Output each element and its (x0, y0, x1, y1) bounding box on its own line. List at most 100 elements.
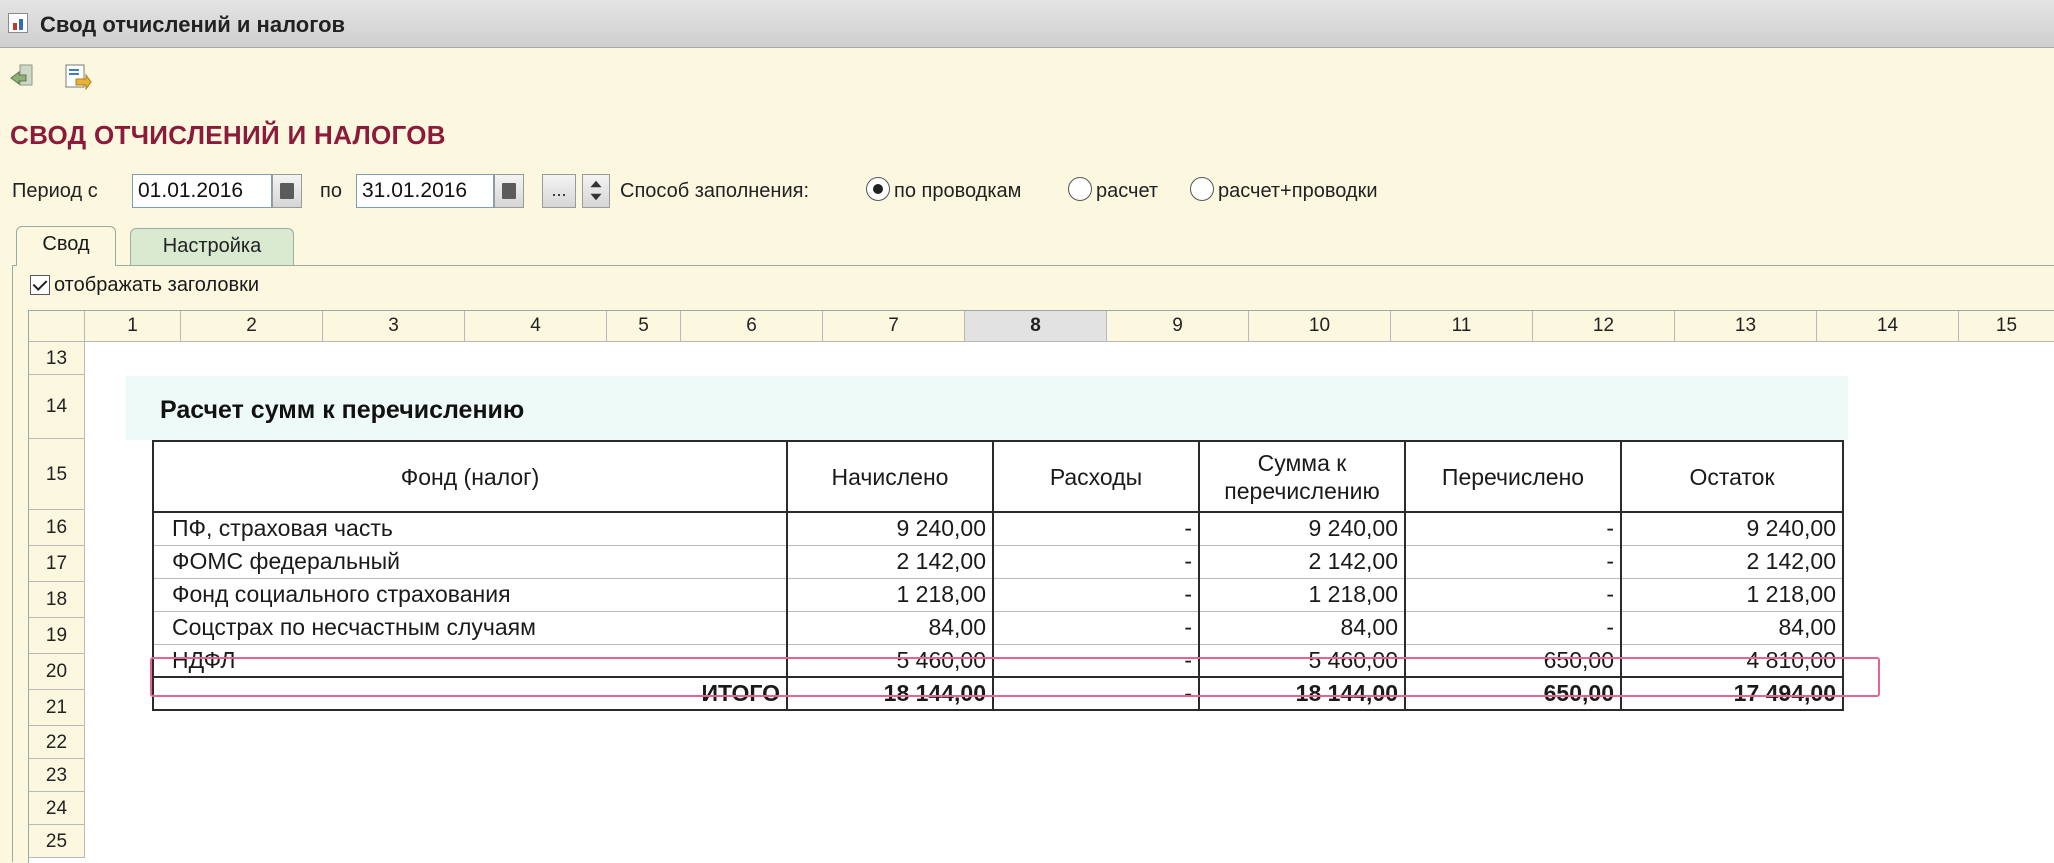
transferred-value[interactable]: 650,00 (1404, 644, 1622, 678)
column-header[interactable]: 14 (1817, 311, 1959, 342)
period-spin-button[interactable] (582, 174, 610, 208)
row-header[interactable]: 18 (29, 582, 85, 618)
column-header[interactable]: 12 (1533, 311, 1675, 342)
accrued-value[interactable]: 1 218,00 (786, 578, 994, 612)
period-from-input[interactable]: 01.01.2016 (132, 174, 272, 208)
fund-name[interactable]: НДФЛ (152, 644, 788, 678)
expenses-value[interactable]: - (992, 545, 1200, 579)
report-title: Расчет сумм к перечислению (160, 396, 525, 424)
row-header[interactable]: 15 (29, 439, 85, 510)
row-header[interactable]: 14 (29, 375, 85, 439)
to-transfer-value[interactable]: 9 240,00 (1198, 512, 1406, 546)
column-header[interactable]: 15 (1959, 311, 2054, 342)
expenses-value[interactable]: - (992, 644, 1200, 678)
header-amount-to-transfer-text: Сумма к перечислению (1224, 449, 1380, 504)
column-header[interactable]: 1 (85, 311, 181, 342)
total-transferred[interactable]: 650,00 (1404, 676, 1622, 711)
accrued-value[interactable]: 2 142,00 (786, 545, 994, 579)
header-amount-to-transfer[interactable]: Сумма к перечислению (1198, 440, 1406, 513)
accrued-value[interactable]: 84,00 (786, 611, 994, 645)
show-headers-label: отображать заголовки (54, 274, 260, 296)
to-transfer-value[interactable]: 84,00 (1198, 611, 1406, 645)
row-header[interactable]: 20 (29, 654, 85, 690)
row-header[interactable]: 16 (29, 510, 85, 546)
expenses-value[interactable]: - (992, 512, 1200, 546)
to-transfer-value[interactable]: 1 218,00 (1198, 578, 1406, 612)
radio-calc-postings-label: расчет+проводки (1218, 180, 1378, 202)
page-title: СВОД ОТЧИСЛЕНИЙ И НАЛОГОВ (10, 120, 446, 150)
radio-calculation-label: расчет (1096, 180, 1159, 202)
table-row: Соцстрах по несчастным случаям 84,00 - 8… (152, 611, 1844, 645)
back-arrow-icon[interactable] (8, 61, 38, 91)
total-balance[interactable]: 17 494,00 (1620, 676, 1844, 711)
row-header[interactable]: 23 (29, 759, 85, 792)
radio-by-postings[interactable] (866, 177, 890, 201)
header-fund[interactable]: Фонд (налог) (152, 440, 788, 513)
fund-name[interactable]: ПФ, страховая часть (152, 512, 788, 546)
column-header-selected[interactable]: 8 (965, 311, 1107, 342)
row-header[interactable]: 19 (29, 618, 85, 654)
total-to-transfer[interactable]: 18 144,00 (1198, 676, 1406, 711)
expenses-value[interactable]: - (992, 578, 1200, 612)
column-header[interactable]: 13 (1675, 311, 1817, 342)
total-label[interactable]: ИТОГО (152, 676, 788, 711)
row-header[interactable]: 25 (29, 825, 85, 858)
column-header[interactable]: 11 (1391, 311, 1533, 342)
fill-method-label: Способ заполнения: (620, 180, 810, 202)
total-accrued[interactable]: 18 144,00 (786, 676, 994, 711)
show-headers-checkbox[interactable] (30, 275, 50, 295)
balance-value[interactable]: 4 810,00 (1620, 644, 1844, 678)
tab-summary[interactable]: Свод (16, 226, 116, 266)
header-accrued[interactable]: Начислено (786, 440, 994, 513)
column-header[interactable]: 6 (681, 311, 823, 342)
corner-cell (29, 311, 85, 342)
column-header[interactable]: 10 (1249, 311, 1391, 342)
export-icon[interactable] (62, 61, 92, 91)
period-to-input[interactable]: 31.01.2016 (356, 174, 494, 208)
transferred-value[interactable]: - (1404, 578, 1622, 612)
balance-value[interactable]: 84,00 (1620, 611, 1844, 645)
column-header[interactable]: 2 (181, 311, 323, 342)
column-header[interactable]: 7 (823, 311, 965, 342)
radio-calc-postings[interactable] (1190, 177, 1214, 201)
report-table: Фонд (налог) Начислено Расходы Сумма к п… (152, 440, 1844, 711)
balance-value[interactable]: 2 142,00 (1620, 545, 1844, 579)
balance-value[interactable]: 9 240,00 (1620, 512, 1844, 546)
row-header[interactable]: 24 (29, 792, 85, 825)
row-header[interactable]: 17 (29, 546, 85, 582)
window-titlebar: Свод отчислений и налогов (0, 0, 2054, 48)
report-header-row: Фонд (налог) Начислено Расходы Сумма к п… (152, 440, 1844, 513)
row-header[interactable]: 21 (29, 690, 85, 726)
period-from-label: Период с (12, 180, 98, 202)
tab-settings[interactable]: Настройка (130, 228, 294, 266)
accrued-value[interactable]: 5 460,00 (786, 644, 994, 678)
header-balance[interactable]: Остаток (1620, 440, 1844, 513)
fund-name[interactable]: Фонд социального страхования (152, 578, 788, 612)
fund-name[interactable]: ФОМС федеральный (152, 545, 788, 579)
radio-calculation[interactable] (1068, 177, 1092, 201)
choose-period-button[interactable]: ... (542, 174, 576, 208)
header-expenses[interactable]: Расходы (992, 440, 1200, 513)
tab-divider (12, 265, 2054, 266)
column-header[interactable]: 4 (465, 311, 607, 342)
expenses-value[interactable]: - (992, 611, 1200, 645)
column-header[interactable]: 9 (1107, 311, 1249, 342)
calendar-to-icon[interactable] (494, 174, 524, 208)
transferred-value[interactable]: - (1404, 545, 1622, 579)
transferred-value[interactable]: - (1404, 512, 1622, 546)
column-header[interactable]: 5 (607, 311, 681, 342)
balance-value[interactable]: 1 218,00 (1620, 578, 1844, 612)
to-transfer-value[interactable]: 5 460,00 (1198, 644, 1406, 678)
row-header[interactable]: 13 (29, 342, 85, 375)
to-transfer-value[interactable]: 2 142,00 (1198, 545, 1406, 579)
fund-name[interactable]: Соцстрах по несчастным случаям (152, 611, 788, 645)
accrued-value[interactable]: 9 240,00 (786, 512, 994, 546)
tab-bar: Свод Настройка (0, 224, 2054, 266)
transferred-value[interactable]: - (1404, 611, 1622, 645)
total-expenses[interactable]: - (992, 676, 1200, 711)
header-transferred[interactable]: Перечислено (1404, 440, 1622, 513)
spin-arrows-icon (590, 180, 602, 201)
row-header[interactable]: 22 (29, 726, 85, 759)
calendar-from-icon[interactable] (272, 174, 302, 208)
column-header[interactable]: 3 (323, 311, 465, 342)
